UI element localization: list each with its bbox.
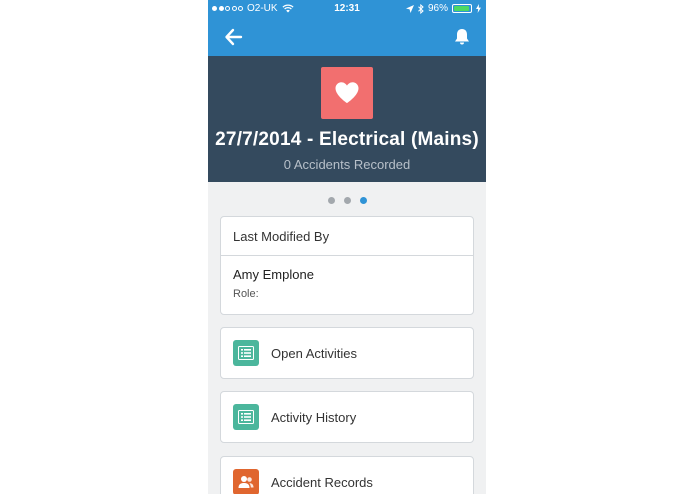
related-list-activity-history[interactable]: Activity History (220, 391, 474, 443)
record-header: 27/7/2014 - Electrical (Mains) 0 Acciden… (208, 56, 486, 182)
page-dot[interactable] (343, 197, 351, 204)
back-arrow-icon[interactable] (224, 27, 244, 47)
battery-percent: 96% (427, 3, 448, 14)
list-icon (233, 404, 259, 430)
page-dot[interactable] (327, 197, 335, 204)
related-list-label: Activity History (271, 409, 357, 425)
people-icon (233, 469, 259, 494)
bluetooth-icon (418, 3, 424, 14)
related-list-open-activities[interactable]: Open Activities (220, 327, 474, 379)
status-right: 96% (405, 3, 481, 14)
modifier-role-label: Role: (233, 288, 259, 300)
heart-icon (335, 82, 359, 103)
bell-icon[interactable] (452, 27, 472, 47)
related-list-label: Accident Records (271, 474, 373, 490)
last-modified-card: Last Modified By Amy Emplone Role: (220, 216, 474, 315)
status-bar: O2-UK 12:31 96% (208, 0, 486, 18)
battery-icon (452, 4, 472, 13)
page-indicator (208, 197, 486, 204)
location-arrow-icon (405, 4, 414, 13)
related-list-label: Open Activities (271, 345, 357, 361)
navigation-bar (208, 18, 486, 56)
record-type-tile (321, 67, 373, 119)
record-title: 27/7/2014 - Electrical (Mains) (215, 129, 479, 150)
charging-bolt-icon (476, 4, 481, 13)
last-modified-heading: Last Modified By (221, 217, 473, 256)
list-icon (233, 340, 259, 366)
phone-screen: O2-UK 12:31 96% 27/7/2014 - Electrical (… (208, 0, 486, 494)
modifier-name[interactable]: Amy Emplone (221, 256, 473, 282)
page-dot-active[interactable] (359, 197, 367, 204)
battery-fill (454, 6, 470, 11)
record-subtitle: 0 Accidents Recorded (283, 157, 411, 172)
related-list-accident-records[interactable]: Accident Records (220, 456, 474, 494)
